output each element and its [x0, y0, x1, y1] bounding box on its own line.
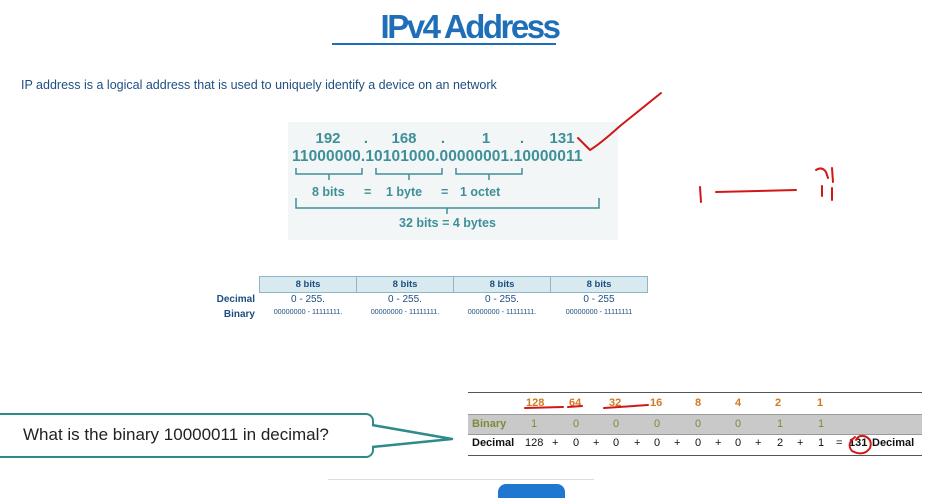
result-circle	[848, 434, 872, 455]
pen-annotations	[524, 92, 872, 455]
checkmark-stroke	[577, 92, 662, 151]
ink-stroke	[715, 189, 797, 193]
ink-stroke	[699, 186, 702, 203]
underline-stroke	[524, 406, 564, 409]
ink-stroke	[831, 167, 834, 183]
underline-stroke	[603, 404, 649, 409]
ink-stroke	[815, 167, 829, 179]
underline-stroke	[567, 405, 583, 408]
